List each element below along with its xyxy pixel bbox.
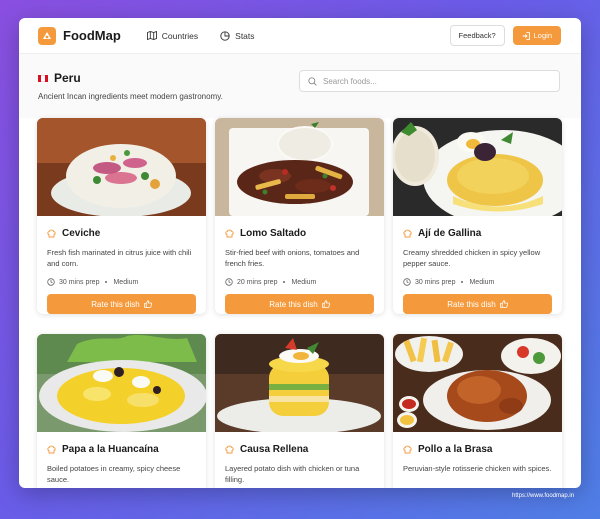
dish-description: Layered potato dish with chicken or tuna…	[225, 464, 360, 484]
thumbs-up-icon	[321, 300, 330, 308]
search-box[interactable]	[299, 70, 560, 92]
peru-flag-icon	[38, 74, 48, 82]
pie-chart-icon	[220, 30, 230, 41]
dish-description: Stir-fried beef with onions, tomatoes an…	[225, 248, 360, 268]
chef-hat-icon	[47, 445, 56, 454]
search-icon	[308, 76, 317, 86]
rate-label: Rate this dish	[447, 299, 496, 309]
dish-name: Papa a la Huancaína	[62, 444, 159, 455]
thumbs-up-icon	[499, 300, 508, 308]
rate-label: Rate this dish	[91, 299, 140, 309]
footer-url[interactable]: https://www.foodmap.in	[512, 493, 574, 499]
dish-description: Creamy shredded chicken in spicy yellow …	[403, 248, 541, 268]
dish-name: Pollo a la Brasa	[418, 444, 493, 455]
chef-hat-icon	[403, 445, 412, 454]
difficulty: Medium	[291, 278, 317, 286]
clock-icon	[47, 278, 55, 286]
login-button[interactable]: Login	[512, 26, 561, 45]
dish-description: Boiled potatoes in creamy, spicy cheese …	[47, 464, 181, 484]
nav-countries[interactable]: Countries	[146, 30, 199, 41]
chef-hat-icon	[225, 445, 234, 454]
dish-meta: 20 mins prep Medium	[215, 273, 384, 286]
dish-card[interactable]: Causa Rellena Layered potato dish with c…	[215, 334, 384, 488]
dish-image[interactable]	[393, 334, 562, 432]
dish-name: Lomo Saltado	[240, 228, 307, 239]
search-input[interactable]	[323, 76, 543, 86]
dish-card[interactable]: Pollo a la Brasa Peruvian-style rotisser…	[393, 334, 562, 488]
dish-card[interactable]: Ají de Gallina Creamy shredded chicken i…	[393, 118, 562, 314]
nav-countries-label: Countries	[161, 30, 199, 41]
rate-label: Rate this dish	[269, 299, 318, 309]
clock-icon	[225, 278, 233, 286]
thumbs-up-icon	[143, 300, 152, 308]
dish-card[interactable]: Ceviche Fresh fish marinated in citrus j…	[37, 118, 206, 314]
brand-name[interactable]: FoodMap	[63, 28, 121, 43]
country-name: Peru	[54, 71, 81, 85]
prep-time: 30 mins prep	[59, 278, 100, 286]
chef-hat-icon	[225, 229, 234, 238]
nav-stats[interactable]: Stats	[220, 30, 255, 41]
feedback-button[interactable]: Feedback?	[449, 25, 505, 46]
chef-hat-icon	[403, 229, 412, 238]
app-window: FoodMap Countries Stats Feedback? Login …	[19, 18, 581, 488]
dish-image[interactable]	[393, 118, 562, 216]
dish-image[interactable]	[215, 334, 384, 432]
login-icon	[522, 31, 530, 40]
dish-image[interactable]	[37, 118, 206, 216]
rate-dish-button[interactable]: Rate this dish	[225, 294, 374, 314]
dish-description: Fresh fish marinated in citrus juice wit…	[47, 248, 192, 268]
country-title: Peru	[38, 71, 81, 85]
dish-name: Causa Rellena	[240, 444, 309, 455]
main-nav: Countries Stats	[146, 30, 255, 41]
difficulty: Medium	[469, 278, 495, 286]
dish-image[interactable]	[215, 118, 384, 216]
difficulty: Medium	[113, 278, 139, 286]
login-label: Login	[533, 31, 552, 40]
country-tagline: Ancient Incan ingredients meet modern ga…	[38, 92, 223, 101]
dish-meta: 30 mins prep Medium	[37, 273, 206, 286]
dish-name: Ají de Gallina	[418, 228, 482, 239]
dish-description: Peruvian-style rotisserie chicken with s…	[403, 464, 552, 473]
dish-image[interactable]	[37, 334, 206, 432]
rate-dish-button[interactable]: Rate this dish	[47, 294, 196, 314]
clock-icon	[403, 278, 411, 286]
nav-stats-label: Stats	[235, 30, 255, 41]
logo-icon[interactable]	[38, 26, 56, 45]
dish-meta: 30 mins prep Medium	[393, 273, 562, 286]
dish-card[interactable]: Papa a la Huancaína Boiled potatoes in c…	[37, 334, 206, 488]
prep-time: 30 mins prep	[415, 278, 456, 286]
rate-dish-button[interactable]: Rate this dish	[403, 294, 552, 314]
prep-time: 20 mins prep	[237, 278, 278, 286]
top-navbar: FoodMap Countries Stats Feedback? Login	[19, 18, 581, 54]
dish-name: Ceviche	[62, 228, 101, 239]
chef-hat-icon	[47, 229, 56, 238]
dish-card[interactable]: Lomo Saltado Stir-fried beef with onions…	[215, 118, 384, 314]
map-icon	[146, 31, 157, 40]
